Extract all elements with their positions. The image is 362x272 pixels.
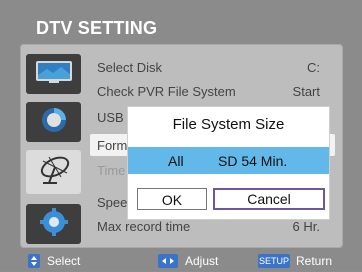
- screen: DTV SETTING Select Disk C: Check PVR Fil…: [0, 0, 362, 271]
- size-option-row[interactable]: All SD 54 Min.: [128, 147, 329, 174]
- settings-icon: [39, 207, 69, 242]
- setup-key-badge: SETUP: [258, 254, 290, 268]
- menu-item-check-pvr[interactable]: Check PVR File System: [97, 84, 236, 99]
- category-settings[interactable]: [26, 204, 81, 244]
- category-tv[interactable]: [26, 54, 81, 94]
- file-system-size-dialog: File System Size All SD 54 Min. OK Cance…: [128, 107, 329, 219]
- satellite-icon: [35, 153, 73, 192]
- menu-item-speed[interactable]: Spee: [97, 195, 127, 210]
- tv-icon: [35, 59, 73, 90]
- menu-value-max-record-time: 6 Hr.: [292, 219, 320, 234]
- menu-item-max-record-time[interactable]: Max record time: [97, 219, 190, 234]
- menu-value-check-pvr: Start: [292, 84, 320, 99]
- menu-item-format[interactable]: Form: [97, 138, 127, 153]
- cancel-button[interactable]: Cancel: [213, 188, 325, 210]
- page-title: DTV SETTING: [36, 18, 158, 38]
- size-option-duration: SD 54 Min.: [218, 153, 288, 169]
- category-record[interactable]: [26, 102, 81, 142]
- up-down-arrows-icon: [28, 254, 40, 268]
- adjust-hint: Adjust: [185, 254, 219, 268]
- left-right-arrows-icon: [158, 254, 178, 268]
- category-icons: [26, 54, 81, 244]
- menu-item-usb[interactable]: USB: [97, 110, 124, 125]
- size-option-all: All: [168, 153, 184, 169]
- menu-value-select-disk: C:: [307, 60, 320, 75]
- menu-item-select-disk[interactable]: Select Disk: [97, 60, 162, 75]
- category-satellite[interactable]: [26, 150, 81, 194]
- menu-item-time[interactable]: Time: [97, 163, 125, 178]
- ok-button[interactable]: OK: [137, 188, 207, 210]
- return-hint: Return: [296, 254, 333, 268]
- footer-hints: Select Adjust SETUP Return: [0, 252, 362, 271]
- record-icon: [39, 105, 69, 140]
- select-hint: Select: [47, 254, 81, 268]
- dialog-title: File System Size: [172, 116, 285, 133]
